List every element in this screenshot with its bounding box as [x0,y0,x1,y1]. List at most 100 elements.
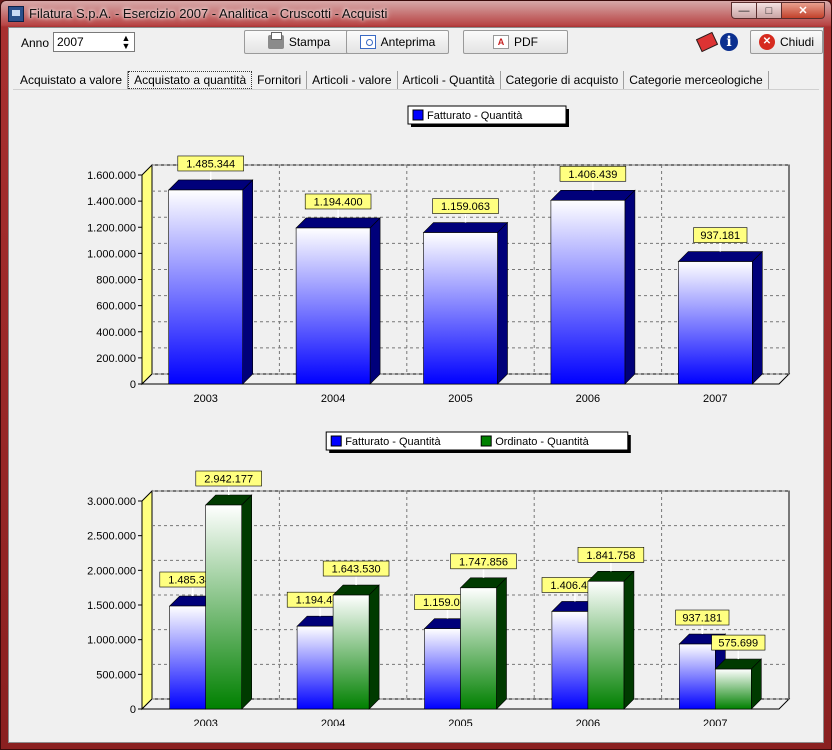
bar-front-face [168,189,243,385]
tab-categorie-acquisto[interactable]: Categorie di acquisto [501,71,625,90]
preview-icon [359,35,376,49]
anno-spinner-icon[interactable]: ▲ ▼ [119,34,133,51]
title-bar[interactable]: Filatura S.p.A. - Esercizio 2007 - Anali… [1,1,831,27]
plot-side-wall [141,489,153,711]
printer-icon [267,32,284,49]
bar-2003-fatturato [167,179,254,385]
pdf-label: PDF [514,35,538,49]
maximize-button[interactable]: □ [756,2,782,19]
chart-2-svg: 0 500.000 1.000.000 1.500.000 2.000.000 2.500… [87,431,791,726]
plot-side-wall [141,163,153,386]
bar-front-face [332,594,370,710]
bar-side-face [624,189,636,385]
legend-label: Fatturato - Quantità [345,436,441,448]
anno-value: 2007 [57,35,84,49]
tab-categorie-merceologiche[interactable]: Categorie merceologiche [624,71,769,90]
data-label: 575.699 [718,638,758,650]
bar-2005-fatturato [422,221,509,385]
y-tick-label: 0 [130,379,136,391]
data-label: 1.485.344 [186,158,235,170]
close-window-button[interactable]: ✕ [781,2,825,19]
data-label: 1.747.856 [459,556,508,568]
y-tick-label: 0 [130,704,136,716]
anteprima-button[interactable]: Anteprima [346,30,449,54]
legend-swatch [330,435,342,447]
data-label: 2.942.177 [204,474,253,486]
stampa-label: Stampa [288,35,331,49]
bar-front-face [424,628,461,710]
bar-side-face [497,221,508,385]
legend-label: Ordinato - Quantità [495,436,589,448]
bar-2003-ordinato [204,494,253,710]
bar-top-face [677,251,764,262]
legend-label: Fatturato - Quantità [427,110,523,122]
data-label: 937.181 [700,230,740,242]
chiudi-label: Chiudi [779,35,815,49]
y-tick-label: 1.000.000 [87,248,136,260]
x-tick-label: 2005 [448,718,472,726]
bar-side-face [241,494,252,710]
bar-2004-fatturato [295,217,381,385]
tab-strip: Acquistato a valore Acquistato a quantit… [15,70,769,90]
x-tick-label: 2007 [703,718,727,726]
tab-acquistato-valore[interactable]: Acquistato a valore [15,71,129,90]
window-controls: — □ ✕ [731,2,825,19]
chart-legend: Fatturato - Quantità Ordinato - Quantità [325,431,631,453]
x-tick-label: 2007 [703,393,727,405]
eraser-button[interactable] [695,30,719,54]
data-label: 1.159.063 [441,201,490,213]
app-icon[interactable] [8,6,24,22]
pdf-button[interactable]: A PDF [463,30,568,54]
y-tick-label: 2.000.000 [87,565,136,577]
bar-2007-fatturato [677,250,764,385]
x-tick-label: 2006 [576,718,600,726]
bar-front-face [460,587,497,710]
bar-front-face [551,611,589,710]
y-tick-label: 1.000.000 [87,635,136,647]
stampa-button[interactable]: Stampa [244,30,354,54]
bar-2004-ordinato [332,584,380,710]
tab-articoli-quantita[interactable]: Articoli - Quantità [398,71,501,90]
bar-side-face [242,179,253,385]
legend-swatch [412,109,424,121]
bar-front-face [169,605,206,710]
bar-2007-ordinato [714,658,763,710]
tab-acquistato-quantita[interactable]: Acquistato a quantità [128,71,253,89]
bar-front-face [714,668,752,710]
x-tick-label: 2003 [193,718,217,726]
x-tick-label: 2006 [576,393,600,405]
x-tick-label: 2004 [321,718,345,726]
bar-top-face [550,189,636,201]
bar-front-face [677,261,753,385]
minimize-button[interactable]: — [731,2,757,19]
bar-2006-fatturato [550,189,636,385]
chart-fatturato-quantita: 0 200.000 400.000 600.000 800.000 1.000.000 1.… [9,100,823,430]
y-tick-label: 1.200.000 [87,222,136,234]
anno-input[interactable]: 2007 ▲ ▼ [53,32,135,52]
y-tick-label: 400.000 [96,327,136,339]
tab-articoli-valore[interactable]: Articoli - valore [307,71,398,90]
y-tick-label: 500.000 [96,669,136,681]
y-tick-label: 1.600.000 [87,170,136,182]
tab-fornitori[interactable]: Fornitori [252,71,308,90]
info-button[interactable]: i [717,30,741,54]
bar-2005-ordinato [459,577,508,710]
y-tick-label: 600.000 [96,301,136,313]
y-tick-label: 1.500.000 [87,600,136,612]
bar-side-face [623,570,635,710]
bar-front-face [587,581,625,710]
bar-front-face [678,643,716,710]
x-tick-label: 2003 [193,393,217,405]
bar-front-face [296,625,334,710]
chart-fatturato-ordinato: 0 500.000 1.000.000 1.500.000 2.000.000 2.500… [9,426,823,726]
application-window: Filatura S.p.A. - Esercizio 2007 - Anali… [0,0,832,750]
y-tick-label: 800.000 [96,275,136,287]
anteprima-label: Anteprima [380,35,436,49]
chiudi-button[interactable]: ✕ Chiudi [750,30,823,54]
data-label: 1.406.439 [568,169,617,181]
chart-legend: Fatturato - Quantità [407,105,569,127]
close-icon: ✕ [758,34,775,50]
client-area: Anno 2007 ▲ ▼ Stampa Anteprima A PDF i ✕… [8,27,824,743]
pdf-icon: A [493,35,509,49]
y-tick-label: 2.500.000 [87,531,136,543]
